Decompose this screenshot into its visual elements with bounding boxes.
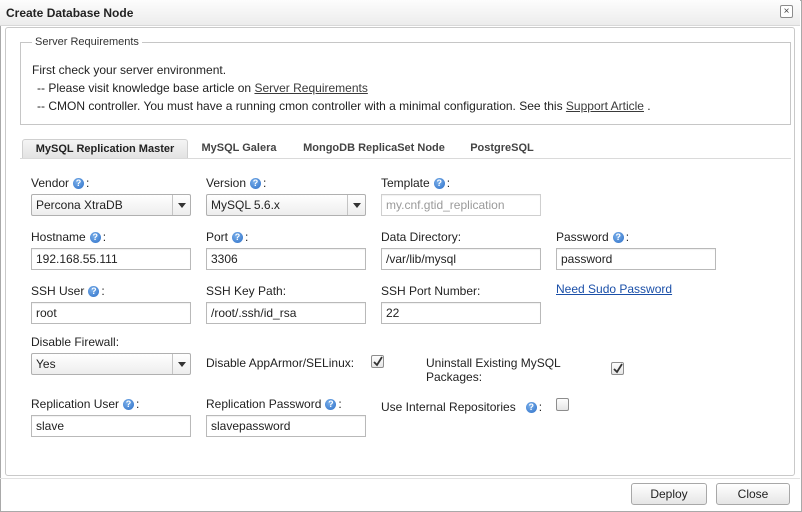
ssh-port-field[interactable]: 22 bbox=[381, 302, 541, 324]
uninstall-mysql-checkbox[interactable] bbox=[611, 362, 624, 375]
version-select-value: MySQL 5.6.x bbox=[211, 198, 280, 212]
need-sudo-password-link[interactable]: Need Sudo Password bbox=[556, 282, 672, 296]
port-field[interactable]: 3306 bbox=[206, 248, 366, 270]
internal-repos-label-text: Use Internal Repositories bbox=[381, 400, 516, 414]
close-icon[interactable]: × bbox=[780, 5, 793, 18]
disable-firewall-label: Disable Firewall: bbox=[31, 335, 120, 349]
vendor-label-text: Vendor bbox=[31, 176, 70, 190]
chevron-down-icon bbox=[172, 354, 190, 374]
disable-firewall-select[interactable]: Yes bbox=[31, 353, 191, 375]
server-requirements-legend: Server Requirements bbox=[32, 36, 142, 48]
disable-apparmor-checkbox[interactable] bbox=[371, 355, 384, 368]
dialog-title: Create Database Node bbox=[6, 6, 134, 20]
hostname-label-text: Hostname bbox=[31, 230, 86, 244]
disable-apparmor-label: Disable AppArmor/SELinux: bbox=[206, 356, 355, 370]
requirements-line-cmon-text: -- CMON controller. You must have a runn… bbox=[37, 99, 566, 113]
vendor-select-value: Percona XtraDB bbox=[36, 198, 123, 212]
tab-postgresql[interactable]: PostgreSQL bbox=[463, 139, 541, 158]
uninstall-mysql-label-line2: Packages: bbox=[426, 370, 483, 384]
internal-repos-label: Use Internal Repositories?: bbox=[381, 400, 543, 414]
deploy-button[interactable]: Deploy bbox=[631, 483, 707, 505]
support-article-link[interactable]: Support Article bbox=[566, 99, 644, 113]
replication-password-label: Replication Password?: bbox=[206, 397, 342, 411]
ssh-key-path-field[interactable]: /root/.ssh/id_rsa bbox=[206, 302, 366, 324]
hostname-field[interactable]: 192.168.55.111 bbox=[31, 248, 191, 270]
checkmark-icon bbox=[613, 363, 623, 374]
password-field[interactable]: password bbox=[556, 248, 716, 270]
ssh-user-label-text: SSH User bbox=[31, 284, 85, 298]
replication-user-label-text: Replication User bbox=[31, 397, 120, 411]
requirements-line-kb-text: -- Please visit knowledge base article o… bbox=[37, 81, 255, 95]
close-button[interactable]: Close bbox=[716, 483, 790, 505]
help-icon[interactable]: ? bbox=[250, 178, 262, 189]
help-icon[interactable]: ? bbox=[433, 178, 445, 189]
requirements-line-cmon: -- CMON controller. You must have a runn… bbox=[37, 99, 651, 113]
help-icon[interactable]: ? bbox=[325, 399, 337, 410]
tab-mongodb-replicaset-node[interactable]: MongoDB ReplicaSet Node bbox=[293, 139, 455, 158]
help-icon[interactable]: ? bbox=[88, 286, 100, 297]
data-directory-label: Data Directory: bbox=[381, 230, 462, 244]
chevron-down-icon bbox=[347, 195, 365, 215]
tab-mysql-galera[interactable]: MySQL Galera bbox=[193, 139, 285, 158]
ssh-key-path-label: SSH Key Path: bbox=[206, 284, 287, 298]
uninstall-mysql-label: Uninstall Existing MySQL Packages: bbox=[426, 356, 561, 384]
ssh-user-field[interactable]: root bbox=[31, 302, 191, 324]
version-label-text: Version bbox=[206, 176, 247, 190]
help-icon[interactable]: ? bbox=[89, 232, 101, 243]
data-directory-field[interactable]: /var/lib/mysql bbox=[381, 248, 541, 270]
server-requirements-link[interactable]: Server Requirements bbox=[254, 81, 367, 95]
vendor-select[interactable]: Percona XtraDB bbox=[31, 194, 191, 216]
template-field: my.cnf.gtid_replication bbox=[381, 194, 541, 216]
disable-firewall-select-value: Yes bbox=[36, 357, 56, 371]
port-label-text: Port bbox=[206, 230, 229, 244]
password-label: Password?: bbox=[556, 230, 630, 244]
version-select[interactable]: MySQL 5.6.x bbox=[206, 194, 366, 216]
internal-repos-checkbox[interactable] bbox=[556, 398, 569, 411]
template-label-text: Template bbox=[381, 176, 430, 190]
uninstall-mysql-label-line1: Uninstall Existing MySQL bbox=[426, 356, 561, 370]
replication-user-label: Replication User?: bbox=[31, 397, 140, 411]
checkmark-icon bbox=[373, 356, 383, 367]
port-label: Port?: bbox=[206, 230, 249, 244]
chevron-down-icon bbox=[172, 195, 190, 215]
ssh-port-label: SSH Port Number: bbox=[381, 284, 481, 298]
help-icon[interactable]: ? bbox=[612, 232, 624, 243]
help-icon[interactable]: ? bbox=[232, 232, 244, 243]
vendor-label: Vendor?: bbox=[31, 176, 90, 190]
help-icon[interactable]: ? bbox=[525, 402, 537, 413]
replication-user-field[interactable]: slave bbox=[31, 415, 191, 437]
template-label: Template?: bbox=[381, 176, 451, 190]
password-label-text: Password bbox=[556, 230, 609, 244]
help-icon[interactable]: ? bbox=[73, 178, 85, 189]
tab-mysql-replication-master[interactable]: MySQL Replication Master bbox=[22, 139, 188, 158]
replication-password-field[interactable]: slavepassword bbox=[206, 415, 366, 437]
help-icon[interactable]: ? bbox=[123, 399, 135, 410]
footer-divider bbox=[0, 478, 800, 479]
ssh-user-label: SSH User?: bbox=[31, 284, 105, 298]
requirements-line-cmon-suffix: . bbox=[643, 99, 651, 113]
hostname-label: Hostname?: bbox=[31, 230, 107, 244]
version-label: Version?: bbox=[206, 176, 267, 190]
replication-password-label-text: Replication Password bbox=[206, 397, 322, 411]
requirements-intro: First check your server environment. bbox=[32, 63, 227, 77]
requirements-line-kb: -- Please visit knowledge base article o… bbox=[37, 81, 368, 95]
